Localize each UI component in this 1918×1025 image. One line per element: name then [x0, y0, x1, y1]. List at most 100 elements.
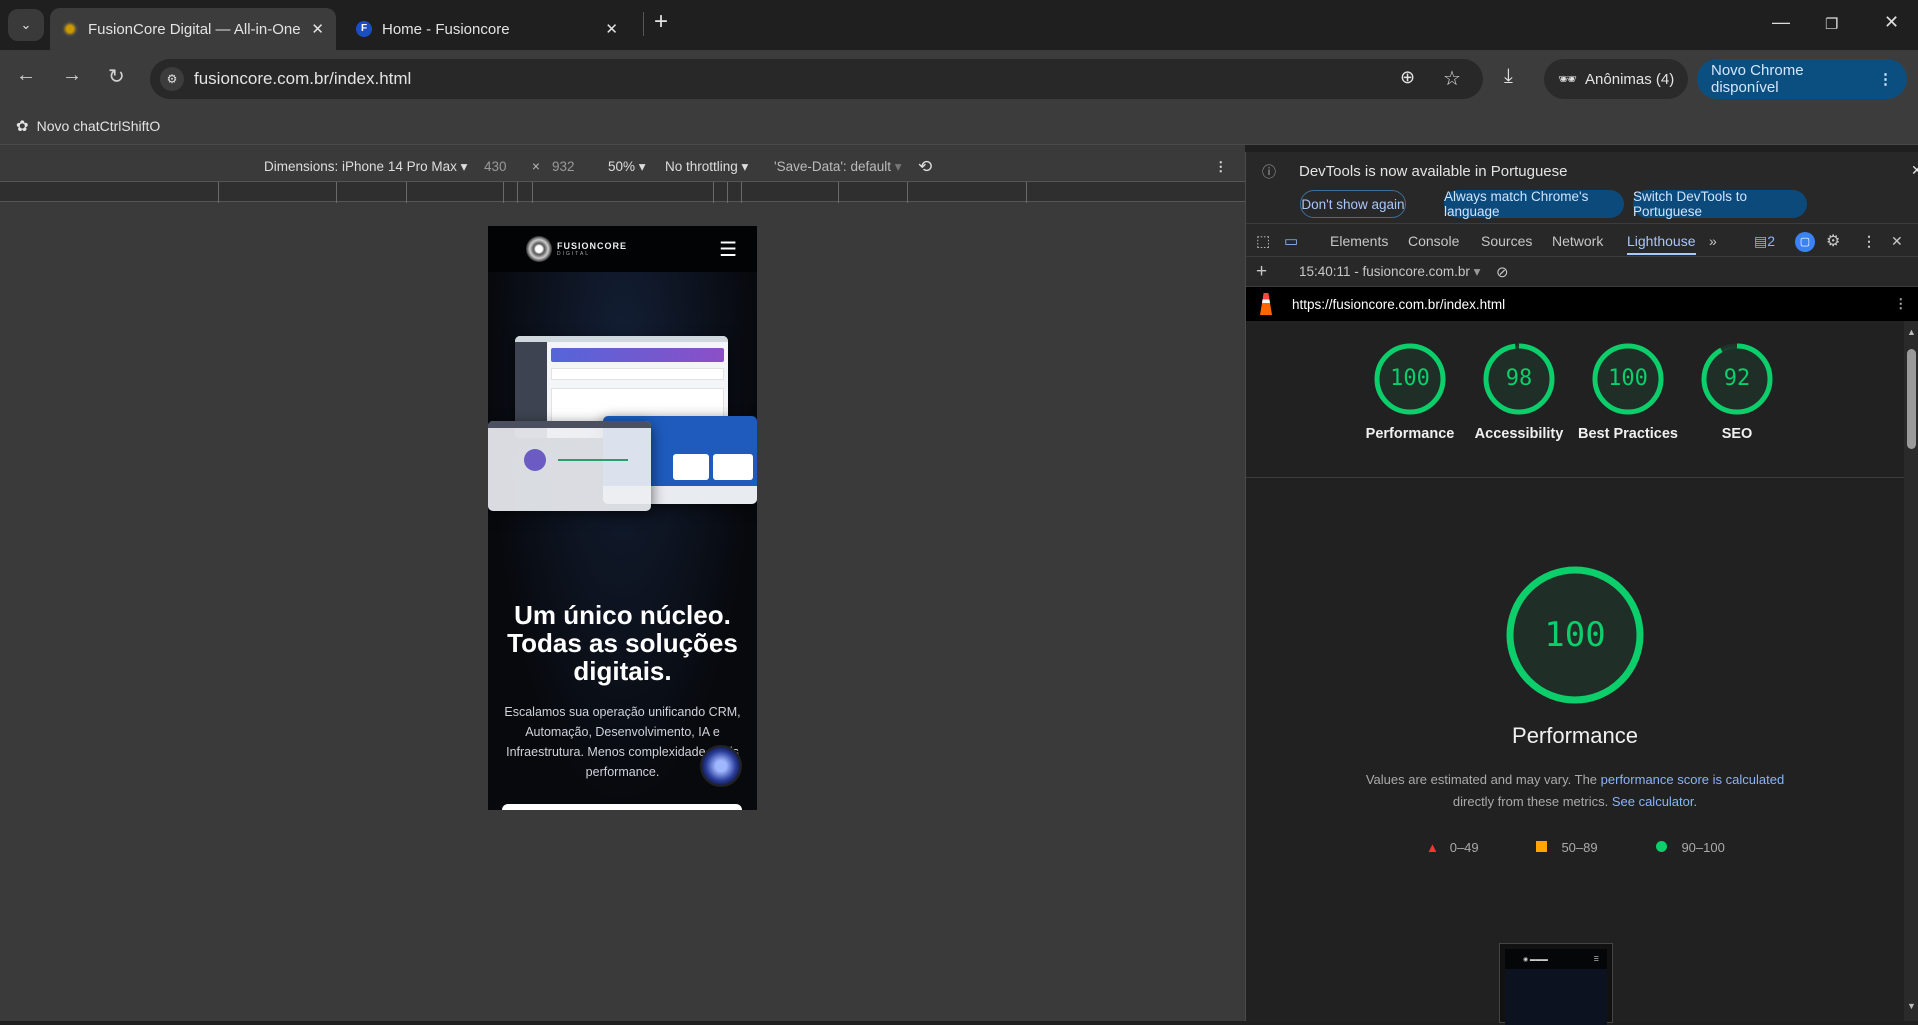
tab-lighthouse[interactable]: Lighthouse: [1627, 233, 1696, 255]
new-report-button[interactable]: +: [1256, 261, 1267, 283]
divider: [1246, 477, 1904, 478]
legend-pass: 90–100: [1656, 840, 1725, 855]
device-toolbar: Dimensions: iPhone 14 Pro Max ▾ 430 × 93…: [0, 152, 1245, 181]
media-query-ruler[interactable]: [0, 181, 1245, 203]
score-gauge-performance[interactable]: 100 Performance: [1355, 341, 1465, 446]
tab-console[interactable]: Console: [1408, 233, 1459, 249]
inspect-element-icon[interactable]: ⬚: [1256, 232, 1270, 250]
lighthouse-toolbar: + 15:40:11 - fusioncore.com.br ▾ ⊘: [1246, 257, 1918, 287]
chatbot-avatar-button[interactable]: [700, 745, 742, 787]
close-tab-icon[interactable]: ✕: [605, 20, 618, 38]
chevron-down-icon: ⌄: [20, 17, 32, 32]
info-message: DevTools is now available in Portuguese: [1299, 163, 1568, 180]
site-info-icon[interactable]: ⚙: [160, 67, 184, 91]
issues-count: 2: [1767, 232, 1776, 249]
settings-gear-icon[interactable]: ⚙: [1826, 231, 1840, 251]
minimize-button[interactable]: —: [1772, 12, 1790, 33]
update-chrome-button[interactable]: Novo Chrome disponível ⋮: [1697, 59, 1907, 99]
tab-elements[interactable]: Elements: [1330, 233, 1388, 249]
page-viewport: Dimensions: iPhone 14 Pro Max ▾ 430 × 93…: [0, 145, 1245, 1021]
report-menu-icon[interactable]: ⋮: [1894, 296, 1908, 312]
more-tabs-icon[interactable]: »: [1709, 233, 1717, 249]
clear-icon[interactable]: ⊘: [1496, 263, 1509, 281]
incognito-button[interactable]: 🕶 Anônimas (4): [1544, 59, 1689, 99]
save-data-value: 'Save-Data': default: [774, 158, 891, 174]
incognito-label: Anônimas (4): [1585, 70, 1675, 88]
hamburger-menu-icon[interactable]: ☰: [719, 237, 737, 262]
throttling-select[interactable]: No throttling ▾: [665, 159, 748, 175]
circle-icon: [1656, 841, 1667, 852]
bookmark-star-icon[interactable]: ☆: [1443, 66, 1461, 91]
match-language-button[interactable]: Always match Chrome's language: [1444, 189, 1624, 219]
rotate-icon[interactable]: ⟲: [918, 157, 932, 177]
see-calculator-link[interactable]: See calculator.: [1612, 794, 1697, 809]
report-url: https://fusioncore.com.br/index.html: [1292, 296, 1506, 312]
more-menu-icon[interactable]: ⋮: [1878, 70, 1893, 88]
score-value: 92: [1723, 366, 1751, 391]
logo-mark-icon: [526, 236, 552, 262]
back-button[interactable]: ←: [16, 64, 36, 87]
close-tab-icon[interactable]: ✕: [311, 20, 324, 38]
url-text[interactable]: fusioncore.com.br/index.html: [194, 69, 411, 89]
bookmark-item[interactable]: Novo chatCtrlShiftO: [37, 118, 161, 134]
score-value: 100: [1608, 366, 1648, 391]
tab-fusioncore-digital[interactable]: FusionCore Digital — All-in-One ✕: [50, 8, 336, 50]
height-input[interactable]: 932: [552, 159, 575, 174]
close-window-button[interactable]: ✕: [1884, 12, 1899, 33]
reload-button[interactable]: ↻: [108, 64, 125, 89]
main-score-value: 100: [1544, 615, 1606, 655]
score-gauge-seo[interactable]: 92 SEO: [1682, 341, 1792, 446]
tab-strip: ⌄ FusionCore Digital — All-in-One ✕ F Ho…: [0, 0, 1918, 50]
address-bar[interactable]: ⚙ fusioncore.com.br/index.html ⊕ ☆: [150, 59, 1483, 99]
score-label: Performance: [1365, 426, 1455, 442]
forward-button[interactable]: →: [62, 64, 82, 87]
language-infobar: ⓘ DevTools is now available in Portugues…: [1246, 152, 1918, 224]
zoom-select[interactable]: 50% ▾: [608, 159, 646, 175]
legend-label: 50–89: [1561, 840, 1598, 855]
lighthouse-logo-icon: [1260, 293, 1272, 315]
device-select[interactable]: Dimensions: iPhone 14 Pro Max ▾: [264, 159, 467, 175]
switch-language-button[interactable]: Switch DevTools to Portuguese: [1633, 189, 1807, 219]
final-screenshot-thumbnail[interactable]: ◉ ▬▬▬ ☰: [1499, 943, 1613, 1025]
site-logo[interactable]: FUSIONCORE DIGITAL: [526, 236, 627, 262]
report-selector[interactable]: 15:40:11 - fusioncore.com.br ▾: [1299, 264, 1480, 280]
score-label: Best Practices: [1578, 426, 1678, 442]
favicon-icon: [62, 21, 78, 37]
score-gauge-best-practices[interactable]: 100 Best Practices: [1573, 341, 1683, 446]
incognito-icon: 🕶: [1558, 71, 1578, 88]
legend-average: 50–89: [1536, 840, 1598, 855]
ai-assistance-icon[interactable]: ▢: [1795, 232, 1815, 252]
update-label: Novo Chrome disponível: [1711, 62, 1804, 96]
tab-sources[interactable]: Sources: [1481, 233, 1532, 249]
close-infobar-icon[interactable]: ✕: [1911, 162, 1918, 179]
new-tab-button[interactable]: +: [654, 8, 668, 36]
save-data-select[interactable]: 'Save-Data': default ▾: [774, 159, 902, 175]
restore-button[interactable]: ❐: [1825, 15, 1838, 33]
issues-button[interactable]: ▤2: [1754, 233, 1775, 250]
device-more-icon[interactable]: ⋮: [1214, 159, 1228, 175]
report-scrollbar[interactable]: ▲ ▼: [1904, 321, 1918, 1021]
legend-label: 90–100: [1681, 840, 1725, 855]
device-toggle-icon[interactable]: ▭: [1284, 232, 1298, 250]
tab-title: FusionCore Digital — All-in-One: [88, 20, 301, 38]
score-calculated-link[interactable]: performance score is calculated: [1601, 772, 1785, 787]
devtools-menu-icon[interactable]: ⋮: [1862, 233, 1876, 250]
score-value: 100: [1390, 366, 1430, 391]
tab-search-button[interactable]: ⌄: [8, 9, 44, 41]
main-gauge-title: Performance: [1512, 723, 1638, 748]
hero-cta-button[interactable]: [502, 804, 742, 810]
device-label: Dimensions: iPhone 14 Pro Max: [264, 158, 457, 174]
download-icon[interactable]: ⤓: [1504, 65, 1513, 88]
main-performance-gauge: 100: [1503, 563, 1647, 707]
score-gauge-accessibility[interactable]: 98 Accessibility: [1464, 341, 1574, 446]
zoom-icon[interactable]: ⊕: [1400, 67, 1415, 88]
score-value: 98: [1505, 366, 1533, 391]
dont-show-again-button[interactable]: Don't show again: [1300, 190, 1406, 218]
close-devtools-icon[interactable]: ✕: [1891, 233, 1903, 250]
tab-network[interactable]: Network: [1552, 233, 1603, 249]
info-icon: ⓘ: [1262, 164, 1276, 180]
triangle-icon: ▲: [1426, 840, 1439, 855]
tab-home-fusioncore[interactable]: F Home - Fusioncore ✕: [344, 8, 630, 50]
devtools-tabbar: ⬚ ▭ Elements Console Sources Network Lig…: [1246, 226, 1918, 257]
width-input[interactable]: 430: [484, 159, 507, 174]
